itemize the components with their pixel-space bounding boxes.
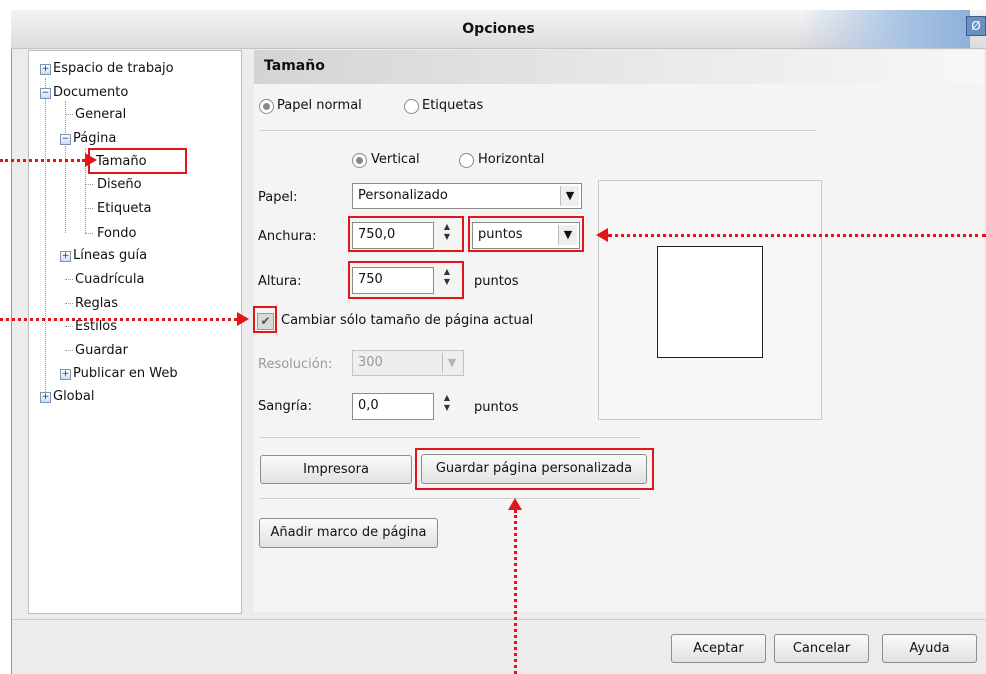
paper-normal-radio[interactable]: [259, 99, 274, 114]
annotation-line: [0, 318, 237, 321]
expand-icon[interactable]: +: [40, 64, 51, 75]
paper-select[interactable]: Personalizado ▼: [352, 183, 582, 209]
expand-icon[interactable]: +: [60, 251, 71, 262]
tree-connector: [65, 101, 66, 233]
tree-item-reglas[interactable]: Reglas: [75, 295, 118, 313]
tree-connector: [65, 326, 73, 327]
labels-radio[interactable]: [404, 99, 419, 114]
bleed-label: Sangría:: [258, 399, 313, 414]
divider: [260, 498, 640, 499]
settings-tree[interactable]: + Espacio de trabajo − Documento General…: [28, 50, 242, 614]
panel-header: [254, 50, 984, 84]
highlight-box: [88, 148, 187, 174]
resolution-value: 300: [358, 355, 383, 370]
tree-connector: [85, 184, 93, 185]
highlight-box: [415, 448, 654, 490]
help-button[interactable]: Ayuda: [882, 634, 977, 663]
cancel-button[interactable]: Cancelar: [774, 634, 869, 663]
tree-item-documento[interactable]: Documento: [53, 84, 128, 102]
tree-item-general[interactable]: General: [75, 106, 126, 124]
tree-item-etiqueta[interactable]: Etiqueta: [97, 200, 151, 218]
divider: [260, 130, 816, 131]
footer-divider: [12, 619, 986, 620]
dialog-title: Opciones: [462, 21, 535, 37]
highlight-box: [253, 306, 277, 333]
close-icon[interactable]: Ø: [966, 16, 986, 36]
bleed-spinner-icon[interactable]: ▲ ▼: [437, 393, 457, 419]
annotation-arrow-icon: [596, 228, 608, 242]
paper-label: Papel:: [258, 190, 298, 205]
paper-normal-label: Papel normal: [277, 98, 362, 113]
printer-button[interactable]: Impresora: [260, 455, 412, 484]
current-page-only-label: Cambiar sólo tamaño de página actual: [281, 313, 534, 328]
tree-item-publicar-en-web[interactable]: Publicar en Web: [73, 365, 178, 383]
annotation-arrow-icon: [85, 153, 97, 167]
tree-item-espacio-de-trabajo[interactable]: Espacio de trabajo: [53, 60, 174, 78]
resolution-select[interactable]: 300 ▼: [352, 350, 464, 376]
highlight-box: [348, 261, 464, 299]
resolution-label: Resolución:: [258, 357, 333, 372]
dropdown-arrow-icon[interactable]: ▼: [560, 186, 579, 206]
tree-item-guardar[interactable]: Guardar: [75, 342, 128, 360]
panel-title: Tamaño: [264, 58, 325, 74]
tree-item-global[interactable]: Global: [53, 388, 94, 406]
annotation-line: [514, 510, 517, 674]
tree-connector: [65, 114, 73, 115]
paper-value: Personalizado: [358, 188, 448, 203]
highlight-box: [468, 216, 584, 252]
vertical-label: Vertical: [371, 152, 420, 167]
tree-item-lineas-guia[interactable]: Líneas guía: [73, 247, 147, 265]
collapse-icon[interactable]: −: [60, 134, 71, 145]
expand-icon[interactable]: +: [40, 392, 51, 403]
tree-item-pagina[interactable]: Página: [73, 130, 116, 148]
ok-button[interactable]: Aceptar: [671, 634, 766, 663]
annotation-arrow-icon: [508, 498, 522, 510]
annotation-arrow-icon: [237, 312, 249, 326]
width-label: Anchura:: [258, 229, 317, 244]
tree-connector: [85, 208, 93, 209]
height-label: Altura:: [258, 274, 302, 289]
tree-connector: [65, 350, 73, 351]
tree-connector: [65, 279, 73, 280]
tree-item-diseno[interactable]: Diseño: [97, 176, 142, 194]
horizontal-radio[interactable]: [459, 153, 474, 168]
highlight-box: [348, 216, 464, 252]
tree-connector: [45, 78, 46, 396]
annotation-line: [608, 234, 986, 237]
horizontal-label: Horizontal: [478, 152, 545, 167]
collapse-icon[interactable]: −: [40, 88, 51, 99]
annotation-line: [0, 159, 85, 162]
height-unit-label: puntos: [474, 274, 519, 289]
labels-label: Etiquetas: [422, 98, 484, 113]
add-page-frame-button[interactable]: Añadir marco de página: [259, 518, 438, 548]
expand-icon[interactable]: +: [60, 369, 71, 380]
tree-connector: [65, 303, 73, 304]
page-preview-sheet: [657, 246, 763, 358]
bleed-input[interactable]: 0,0: [352, 393, 434, 420]
dropdown-arrow-icon[interactable]: ▼: [442, 353, 461, 373]
tree-connector: [85, 233, 93, 234]
bleed-unit-label: puntos: [474, 400, 519, 415]
vertical-radio[interactable]: [352, 153, 367, 168]
tree-item-fondo[interactable]: Fondo: [97, 225, 136, 243]
tree-item-cuadricula[interactable]: Cuadrícula: [75, 271, 144, 289]
divider: [260, 437, 640, 438]
